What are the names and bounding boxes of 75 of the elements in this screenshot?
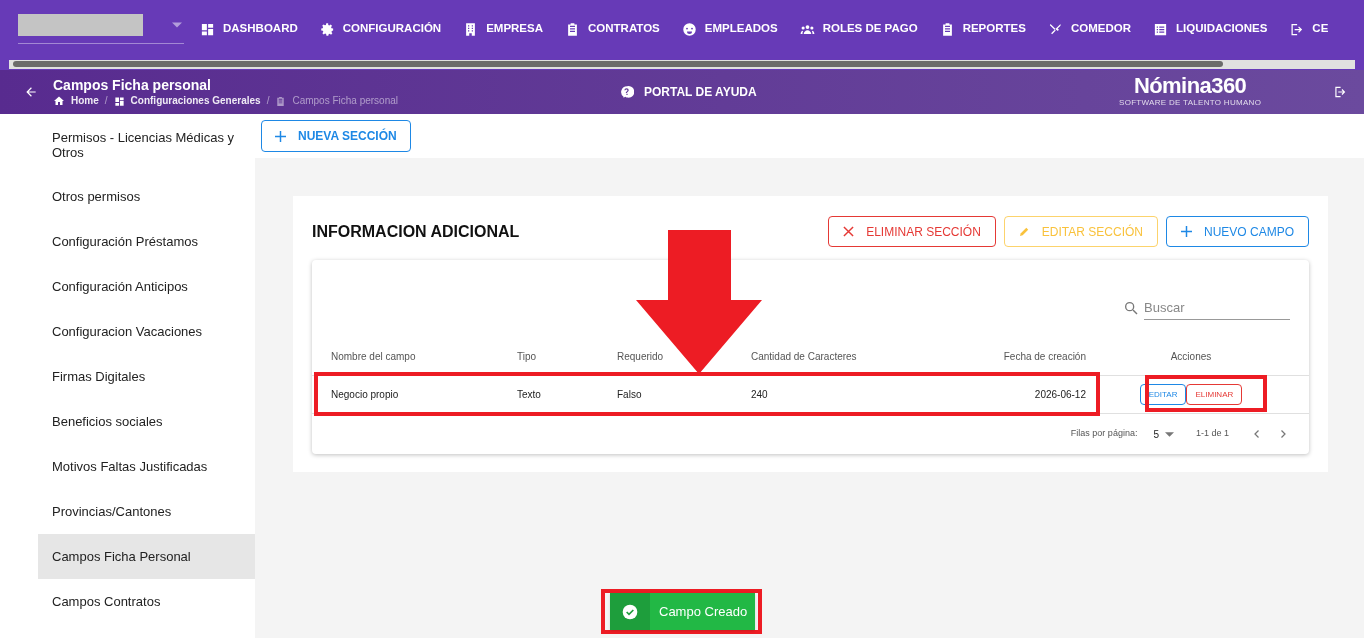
nav-link[interactable]: REPORTES: [939, 20, 1026, 38]
help-icon: [620, 85, 634, 99]
back-arrow-icon[interactable]: [24, 85, 38, 99]
search-field[interactable]: Buscar: [1144, 296, 1290, 320]
sidebar-item[interactable]: Campos Ficha Personal: [38, 534, 255, 579]
clipboard-icon: [565, 21, 580, 37]
column-header: Requerido: [617, 351, 664, 362]
nav-link[interactable]: CONTRATOS: [565, 20, 660, 38]
breadcrumb-separator: /: [266, 94, 270, 108]
nav-link[interactable]: DASHBOARD: [200, 20, 298, 38]
sidebar-item[interactable]: Campos Contratos: [38, 579, 255, 624]
column-header: Nombre del campo: [331, 351, 416, 362]
nav-link[interactable]: EMPRESA: [463, 20, 543, 38]
search-icon: [1123, 300, 1139, 316]
delete-section-button[interactable]: ELIMINAR SECCIÓN: [828, 216, 996, 247]
column-header: Tipo: [517, 351, 537, 362]
section-title: INFORMACION ADICIONAL: [312, 221, 520, 242]
sidebar-item[interactable]: Configuración Préstamos: [38, 219, 255, 264]
caret-icon: [1164, 431, 1174, 437]
sidebar-item[interactable]: Configuración Anticipos: [38, 264, 255, 309]
sidebar-item[interactable]: Firmas Digitales: [38, 354, 255, 399]
nav-link[interactable]: COMEDOR: [1047, 20, 1131, 38]
horizontal-scrollbar[interactable]: [0, 58, 1364, 70]
close-icon: [843, 226, 855, 237]
brand-tagline: SOFTWARE DE TALENTO HUMANO: [1119, 98, 1262, 107]
caret-icon: [172, 22, 182, 28]
rows-per-page-label: Filas por página:: [1070, 427, 1138, 441]
table-cell: Negocio propio: [331, 389, 399, 400]
list-icon: [1152, 21, 1168, 37]
nav-link[interactable]: CONFIGURACIÓN: [319, 20, 442, 38]
table-cell: 240: [751, 389, 768, 400]
clipboard-icon: [275, 95, 287, 107]
plus-icon: [275, 130, 286, 142]
check-circle-icon: [622, 603, 638, 620]
delete-button[interactable]: ELIMINAR: [1186, 384, 1243, 405]
help-link[interactable]: PORTAL DE AYUDA: [620, 83, 757, 101]
current-page-label: Campos Ficha personal: [292, 94, 398, 108]
breadcrumb-link[interactable]: Configuraciones Generales: [130, 94, 261, 108]
sidebar-item[interactable]: Beneficios sociales: [38, 399, 255, 444]
nav-link[interactable]: LIQUIDACIONES: [1152, 20, 1268, 38]
settings-icon: [319, 21, 335, 37]
breadcrumb-separator: /: [104, 94, 108, 108]
rows-per-page-select[interactable]: 5: [1153, 426, 1174, 442]
nav-link[interactable]: CE: [1289, 20, 1329, 38]
column-header: Cantidad de Caracteres: [751, 351, 857, 362]
sidebar-item[interactable]: Configuracion Vacaciones: [38, 309, 255, 354]
exit-icon: [1289, 21, 1305, 37]
dashboard-icon: [200, 21, 215, 37]
page-range: 1-1 de 1: [1195, 427, 1229, 441]
logout-icon[interactable]: [1333, 85, 1347, 99]
brand-logo: Nómina360: [1133, 74, 1247, 98]
sidebar-item[interactable]: Permisos - Licencias Médicas y Otros: [38, 114, 255, 174]
pencil-icon: [1018, 226, 1030, 237]
column-header: Acciones: [1170, 351, 1212, 362]
page-title: Campos Ficha personal: [53, 76, 212, 94]
sidebar-item[interactable]: Otros permisos: [38, 174, 255, 219]
nav-link[interactable]: ROLES DE PAGO: [799, 20, 918, 38]
table-cell: 2026-06-12: [1034, 389, 1086, 400]
table-cell: Falso: [617, 389, 642, 400]
column-header: Fecha de creación: [1003, 351, 1086, 362]
sidebar-item[interactable]: Motivos Faltas Justificadas: [38, 444, 255, 489]
sidebar-item[interactable]: Provincias/Cantones: [38, 489, 255, 534]
face-icon: [681, 21, 697, 37]
edit-button[interactable]: EDITAR: [1139, 384, 1187, 405]
plus-icon: [1181, 226, 1192, 237]
toast-message: Campo Creado: [659, 602, 748, 621]
home-icon: [53, 95, 65, 107]
company-select[interactable]: [18, 14, 184, 44]
table-cell: Texto: [517, 389, 541, 400]
scrollbar-thumb[interactable]: [13, 61, 1223, 67]
new-section-button[interactable]: NUEVA SECCIÓN: [261, 120, 411, 152]
dashboard-icon: [113, 95, 125, 107]
nav-link[interactable]: EMPLEADOS: [681, 20, 778, 38]
new-field-button[interactable]: NUEVO CAMPO: [1166, 216, 1309, 247]
breadcrumb-link[interactable]: Home: [71, 94, 99, 108]
